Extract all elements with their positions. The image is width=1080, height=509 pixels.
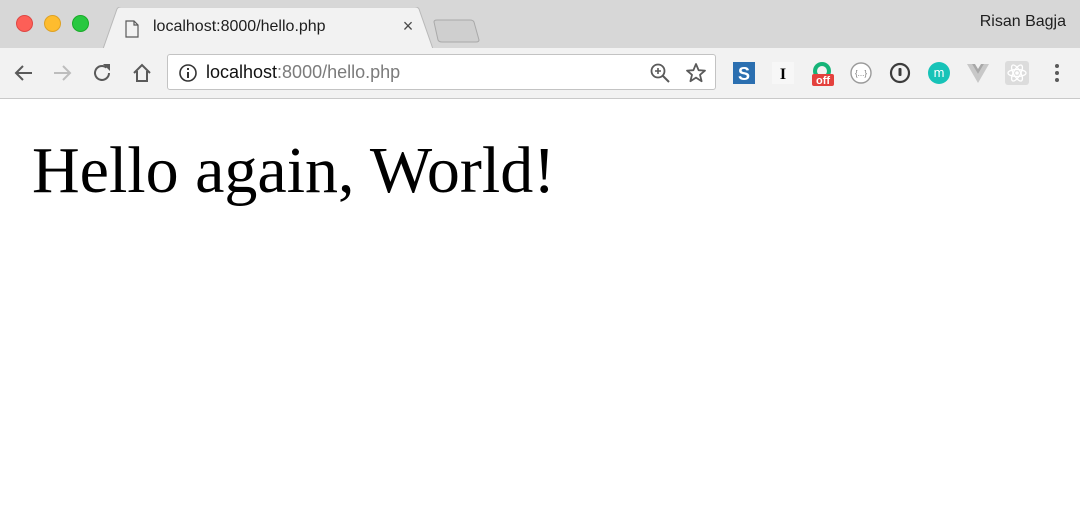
new-tab-button[interactable] [432,19,480,43]
vue-devtools-icon[interactable] [965,60,991,86]
json-extension-label: {...} [855,69,867,78]
tab-close-icon[interactable]: × [399,16,417,36]
profile-name[interactable]: Risan Bagja [980,13,1066,31]
home-icon[interactable] [130,61,154,85]
browser-toolbar: localhost:8000/hello.php S I off {...} m [0,48,1080,99]
info-icon[interactable] [178,63,198,83]
bookmark-star-icon[interactable] [684,61,708,85]
s-extension-icon[interactable]: S [731,60,757,86]
url-host: localhost [206,62,278,82]
grammarly-off-label: off [816,75,830,86]
document-icon [125,20,139,38]
page-content: Hello again, World! [0,99,1080,509]
tab-active[interactable]: localhost:8000/hello.php × [103,7,433,49]
password-extension-icon[interactable] [887,60,913,86]
reload-icon[interactable] [90,61,114,85]
zoom-icon[interactable] [649,62,671,84]
i-extension-icon[interactable]: I [770,60,796,86]
json-extension-icon[interactable]: {...} [848,60,874,86]
s-extension-label: S [738,64,750,84]
maximize-window-button[interactable] [72,15,89,32]
minimize-window-button[interactable] [44,15,61,32]
url-text[interactable]: localhost:8000/hello.php [206,62,400,83]
url-path: :8000/hello.php [277,62,401,82]
page-heading: Hello again, World! [32,134,556,207]
title-bar: localhost:8000/hello.php × Risan Bagja [0,0,1080,49]
menu-kebab-icon[interactable] [1044,60,1070,86]
tab-title: localhost:8000/hello.php [153,18,326,35]
close-window-button[interactable] [16,15,33,32]
react-devtools-icon[interactable] [1004,60,1030,86]
forward-arrow-icon[interactable] [50,61,74,85]
m-extension-icon[interactable]: m [926,60,952,86]
address-bar[interactable]: localhost:8000/hello.php [167,54,716,90]
back-arrow-icon[interactable] [12,61,36,85]
i-extension-label: I [780,66,786,83]
m-extension-label: m [934,65,945,80]
grammarly-off-icon[interactable]: off [809,60,835,86]
